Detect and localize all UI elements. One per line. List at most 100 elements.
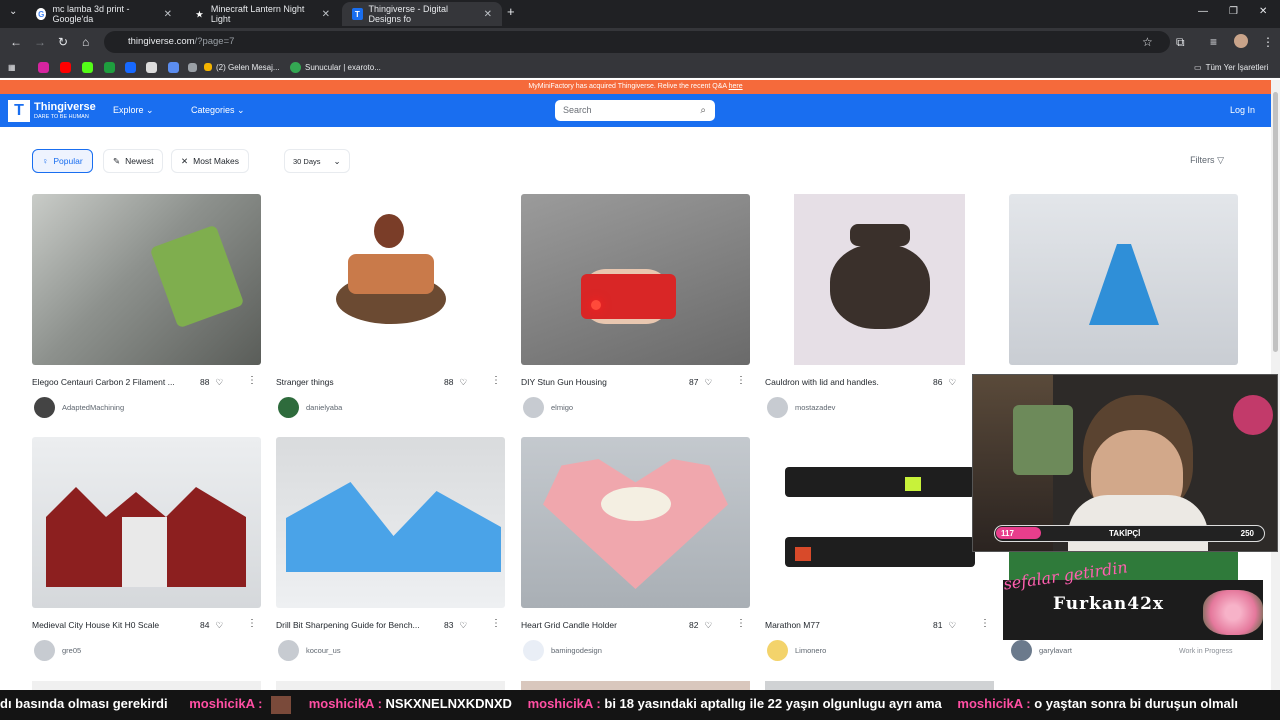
heart-icon[interactable]: ♡ bbox=[704, 620, 712, 631]
media-icon[interactable]: ≡ bbox=[1210, 35, 1217, 49]
like-count[interactable]: 87 ♡ bbox=[689, 377, 712, 388]
minimize-icon[interactable]: — bbox=[1198, 6, 1208, 17]
thing-image[interactable] bbox=[276, 681, 505, 690]
heart-icon[interactable]: ♡ bbox=[459, 377, 467, 388]
thing-title[interactable]: Heart Grid Candle Holder bbox=[521, 620, 671, 630]
thing-author[interactable]: elmigo bbox=[523, 397, 573, 418]
heart-icon[interactable]: ♡ bbox=[215, 377, 223, 388]
close-icon[interactable]: ✕ bbox=[322, 9, 330, 20]
thing-card[interactable]: Elegoo Centauri Carbon 2 Filament ... 88… bbox=[32, 194, 261, 418]
thing-author[interactable]: mostazadev bbox=[767, 397, 835, 418]
more-options-icon[interactable]: ⋮ bbox=[980, 618, 990, 629]
extensions-icon[interactable]: ⧉ bbox=[1176, 35, 1185, 50]
tab-minecraft[interactable]: ★ Minecraft Lantern Night Light ✕ bbox=[184, 2, 340, 26]
more-options-icon[interactable]: ⋮ bbox=[736, 375, 746, 386]
scrollbar-thumb[interactable] bbox=[1273, 92, 1278, 352]
close-icon[interactable]: ✕ bbox=[484, 9, 492, 20]
like-count[interactable]: 88 ♡ bbox=[444, 377, 467, 388]
bookmark-messages[interactable]: (2) Gelen Mesaj... bbox=[204, 61, 280, 73]
heart-icon[interactable]: ♡ bbox=[948, 620, 956, 631]
thing-image[interactable] bbox=[32, 194, 261, 365]
thing-title[interactable]: Marathon M77 bbox=[765, 620, 915, 630]
tab-search-icon[interactable]: ⌄ bbox=[9, 6, 17, 17]
apps-icon[interactable]: ▦ bbox=[8, 61, 16, 73]
tab-thingiverse[interactable]: T Thingiverse - Digital Designs fo ✕ bbox=[342, 2, 502, 26]
bookmark-sunucular[interactable]: Sunucular | exaroto... bbox=[290, 61, 381, 73]
thing-card[interactable] bbox=[1009, 194, 1238, 365]
more-options-icon[interactable]: ⋮ bbox=[491, 375, 501, 386]
kick-icon[interactable] bbox=[82, 61, 93, 73]
explore-menu[interactable]: Explore ⌄ bbox=[113, 105, 154, 116]
more-options-icon[interactable]: ⋮ bbox=[247, 375, 257, 386]
like-count[interactable]: 88 ♡ bbox=[200, 377, 223, 388]
behance-icon[interactable] bbox=[125, 61, 136, 73]
tab-google[interactable]: G mc lamba 3d print - Google'da ✕ bbox=[26, 2, 182, 26]
thing-image[interactable] bbox=[32, 681, 261, 690]
thing-title[interactable]: Elegoo Centauri Carbon 2 Filament ... bbox=[32, 377, 182, 387]
categories-menu[interactable]: Categories ⌄ bbox=[191, 105, 245, 116]
search-input[interactable]: Search ⌕ bbox=[555, 100, 715, 121]
thing-author[interactable]: gre05 bbox=[34, 640, 81, 661]
heart-icon[interactable]: ♡ bbox=[215, 620, 223, 631]
thing-title[interactable]: Stranger things bbox=[276, 377, 426, 387]
menu-icon[interactable]: ⋮ bbox=[1262, 35, 1274, 49]
like-count[interactable]: 81 ♡ bbox=[933, 620, 956, 631]
forward-icon[interactable]: → bbox=[34, 35, 46, 49]
thing-image[interactable] bbox=[521, 681, 750, 690]
thing-title[interactable]: Medieval City House Kit H0 Scale bbox=[32, 620, 182, 630]
new-tab-icon[interactable]: + bbox=[507, 4, 515, 19]
bookmark-icon[interactable] bbox=[188, 61, 197, 73]
window-close-icon[interactable]: ✕ bbox=[1259, 6, 1267, 17]
banner-link[interactable]: here bbox=[729, 83, 743, 90]
thing-author[interactable]: AdaptedMachining bbox=[34, 397, 124, 418]
thing-author[interactable]: kocour_us bbox=[278, 640, 341, 661]
url-field[interactable]: thingiverse.com/?page=7 bbox=[104, 31, 1170, 53]
thing-card[interactable]: Heart Grid Candle Holder 82 ♡ ⋮ bamingode… bbox=[521, 437, 750, 661]
thing-author[interactable]: garylavart bbox=[1011, 640, 1072, 661]
thing-title[interactable]: DIY Stun Gun Housing bbox=[521, 377, 671, 387]
thing-card[interactable]: Medieval City House Kit H0 Scale 84 ♡ ⋮ g… bbox=[32, 437, 261, 661]
filter-most-makes[interactable]: ✕ Most Makes bbox=[171, 149, 249, 173]
thing-author[interactable]: bamingodesign bbox=[523, 640, 602, 661]
like-count[interactable]: 84 ♡ bbox=[200, 620, 223, 631]
thing-image[interactable] bbox=[765, 194, 994, 365]
thing-title[interactable]: Drill Bit Sharpening Guide for Bench... bbox=[276, 620, 426, 630]
thing-image[interactable] bbox=[1009, 194, 1238, 365]
instagram-icon[interactable] bbox=[38, 61, 49, 73]
filter-popular[interactable]: ♀ Popular bbox=[32, 149, 93, 173]
home-icon[interactable]: ⌂ bbox=[82, 35, 89, 49]
bookmark-star-icon[interactable]: ☆ bbox=[1142, 35, 1153, 49]
reload-icon[interactable]: ↻ bbox=[58, 35, 68, 49]
bookmark-icon[interactable] bbox=[168, 61, 179, 73]
period-select[interactable]: 30 Days ⌄ bbox=[284, 149, 350, 173]
thing-image[interactable] bbox=[32, 437, 261, 608]
back-icon[interactable]: ← bbox=[10, 35, 22, 49]
thing-author[interactable]: danielyaba bbox=[278, 397, 342, 418]
filter-newest[interactable]: ✎ Newest bbox=[103, 149, 164, 173]
all-bookmarks[interactable]: ▭ Tüm Yer İşaretleri bbox=[1194, 61, 1268, 73]
more-options-icon[interactable]: ⋮ bbox=[247, 618, 257, 629]
thing-image[interactable] bbox=[765, 437, 994, 608]
thing-card[interactable]: Drill Bit Sharpening Guide for Bench... … bbox=[276, 437, 505, 661]
like-count[interactable]: 83 ♡ bbox=[444, 620, 467, 631]
more-options-icon[interactable]: ⋮ bbox=[491, 618, 501, 629]
like-count[interactable]: 86 ♡ bbox=[933, 377, 956, 388]
thing-image[interactable] bbox=[276, 437, 505, 608]
bookmark-icon[interactable] bbox=[146, 61, 157, 73]
thing-title[interactable]: Cauldron with lid and handles. bbox=[765, 377, 915, 387]
more-options-icon[interactable]: ⋮ bbox=[736, 618, 746, 629]
profile-avatar[interactable] bbox=[1234, 34, 1248, 48]
thing-card[interactable]: DIY Stun Gun Housing 87 ♡ ⋮ elmigo bbox=[521, 194, 750, 418]
bookmark-icon[interactable] bbox=[104, 61, 115, 73]
thing-author[interactable]: Limonero bbox=[767, 640, 826, 661]
close-icon[interactable]: ✕ bbox=[164, 9, 172, 20]
thing-image[interactable] bbox=[765, 681, 994, 690]
heart-icon[interactable]: ♡ bbox=[948, 377, 956, 388]
thing-image[interactable] bbox=[521, 194, 750, 365]
search-icon[interactable]: ⌕ bbox=[700, 100, 706, 121]
heart-icon[interactable]: ♡ bbox=[704, 377, 712, 388]
youtube-icon[interactable] bbox=[60, 61, 71, 73]
filters-button[interactable]: Filters ▽ bbox=[1190, 155, 1224, 166]
heart-icon[interactable]: ♡ bbox=[459, 620, 467, 631]
login-link[interactable]: Log In bbox=[1230, 105, 1255, 115]
